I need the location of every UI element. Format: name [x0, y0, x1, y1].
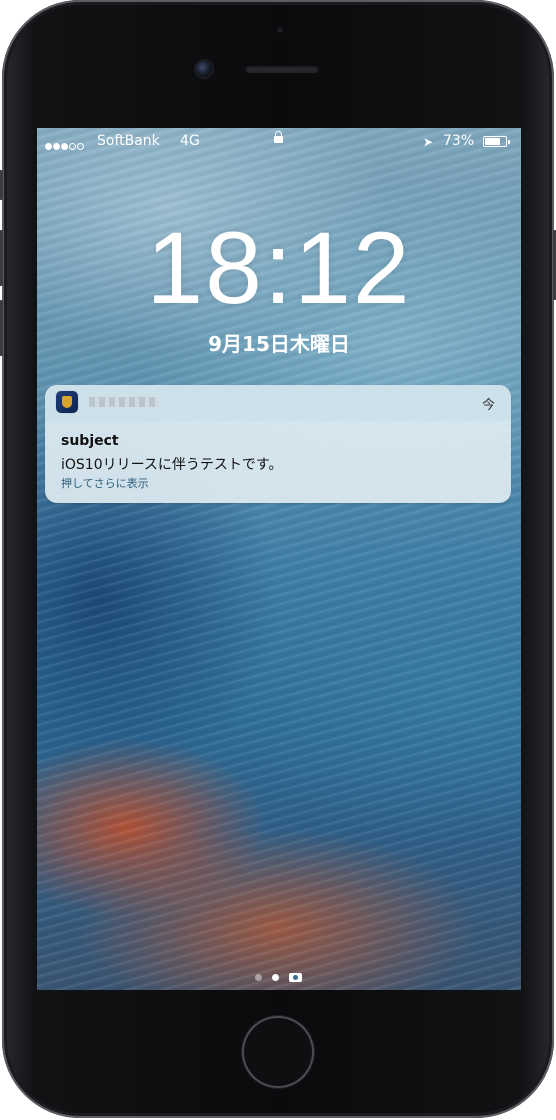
status-bar: SoftBank 4G ➤ 73%: [37, 128, 521, 156]
page-dot: [255, 974, 262, 981]
notification-time: 今: [481, 398, 495, 413]
lock-icon: [274, 131, 283, 143]
lock-screen-time: 18:12: [146, 211, 412, 325]
notification-body: iOS10リリースに伴うテストです。: [61, 457, 283, 473]
mute-switch[interactable]: [0, 170, 3, 200]
lock-screen-date: 9月15日木曜日: [208, 332, 350, 356]
notification-header: 今: [45, 385, 511, 421]
page-dot-current: [272, 974, 279, 981]
lock-screen: SoftBank 4G ➤ 73% 18:12 9月15日木曜日 今 subje…: [37, 128, 521, 990]
battery-icon: [483, 136, 510, 147]
volume-up-button[interactable]: [0, 230, 3, 286]
battery-level-fill: [485, 138, 500, 145]
location-arrow-icon: ➤: [423, 135, 434, 149]
battery-percentage: 73%: [443, 133, 475, 149]
app-name-blurred: [89, 397, 159, 407]
volume-down-button[interactable]: [0, 300, 3, 356]
camera-icon: [289, 973, 302, 982]
earpiece-speaker: [245, 65, 319, 73]
front-camera: [196, 61, 212, 77]
proximity-sensor: [277, 27, 283, 33]
notification-title: subject: [61, 433, 119, 449]
carrier-name: SoftBank: [97, 133, 160, 149]
app-icon: [56, 391, 78, 413]
home-button[interactable]: [242, 1016, 314, 1088]
signal-strength-icon: [45, 138, 85, 154]
notification-press-hint: 押してさらに表示: [61, 477, 149, 490]
network-type: 4G: [180, 133, 200, 149]
notification-card[interactable]: 今 subject iOS10リリースに伴うテストです。 押してさらに表示: [45, 385, 511, 503]
